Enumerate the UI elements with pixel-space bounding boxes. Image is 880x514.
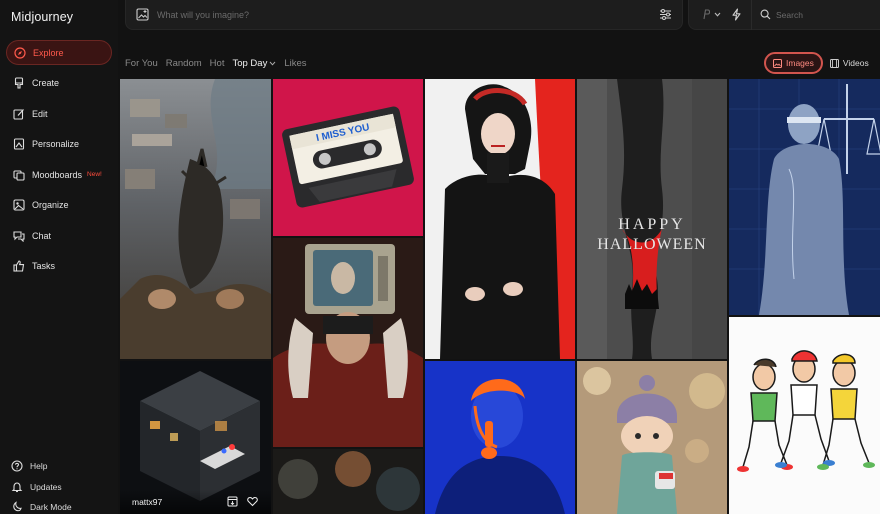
woman-black-art: [425, 79, 575, 359]
sidebar-item-label: Personalize: [32, 139, 80, 149]
gallery-image-happy-halloween[interactable]: HAPPY HALLOWEEN: [577, 79, 727, 359]
organize-icon: [13, 199, 25, 211]
gallery-image-cassette[interactable]: I MISS YOU: [273, 79, 423, 236]
prompt-input[interactable]: [157, 6, 637, 24]
edit-icon: [13, 108, 25, 120]
tab-random[interactable]: Random: [166, 56, 202, 70]
sidebar-item-label: Edit: [32, 108, 48, 119]
halloween-line-2: HALLOWEEN: [597, 236, 706, 253]
sidebar-item-label: Chat: [32, 230, 52, 241]
sidebar-item-moodboards[interactable]: Moodboards New!: [6, 162, 112, 187]
sidebar-item-tasks[interactable]: Tasks: [6, 254, 112, 279]
gallery-image-cartoon-runners[interactable]: [729, 317, 880, 514]
brush-icon: [13, 77, 25, 89]
blue-man-art: [425, 361, 575, 514]
videos-toggle-label: Videos: [842, 58, 869, 68]
app-logo[interactable]: Midjourney: [11, 10, 73, 24]
divider: [751, 0, 752, 30]
bell-icon: [11, 481, 23, 493]
image-icon: [773, 58, 782, 68]
gallery-image-knit-doll[interactable]: [577, 361, 727, 514]
media-type-toggle: Images Videos: [764, 52, 876, 74]
images-toggle-button[interactable]: Images: [764, 52, 823, 74]
sidebar-item-organize[interactable]: Organize: [6, 193, 112, 218]
tab-top-day-label: Top Day: [232, 57, 268, 69]
gallery-image-tv-head[interactable]: [273, 238, 423, 447]
lady-justice-art: [729, 79, 880, 315]
help-label: Help: [30, 461, 48, 472]
images-toggle-label: Images: [786, 58, 814, 68]
video-icon: [829, 58, 839, 68]
help-icon: [11, 460, 23, 472]
sidebar-item-label: Moodboards: [32, 169, 83, 180]
gallery-image-woman-black[interactable]: [425, 79, 575, 359]
tab-likes[interactable]: Likes: [284, 56, 306, 70]
gallery-image-blurred-lights[interactable]: [273, 449, 423, 514]
dragon-city-art: [120, 79, 271, 359]
sidebar-item-label: Explore: [33, 47, 64, 58]
knit-doll-art: [577, 361, 727, 514]
sidebar-item-explore[interactable]: Explore: [6, 40, 112, 65]
sidebar-item-label: Tasks: [32, 261, 56, 271]
dark-mode-toggle[interactable]: Dark Mode: [11, 497, 72, 514]
like-heart-icon[interactable]: [247, 496, 259, 508]
chevron-down-icon: [269, 61, 276, 66]
moon-icon: [11, 501, 23, 513]
image-gallery: mattx97 I MISS YOU HAPPY HALLOWEEN: [120, 79, 880, 514]
sidebar-bottom: Help Updates Dark Mode: [11, 456, 72, 514]
updates-link[interactable]: Updates: [11, 477, 72, 498]
halloween-line-1: HAPPY: [618, 216, 685, 233]
chat-icon: [13, 230, 25, 242]
thumbs-up-icon: [13, 260, 25, 272]
speed-bolt-icon[interactable]: [731, 8, 742, 21]
add-image-icon[interactable]: [136, 8, 149, 21]
chevron-down-icon[interactable]: [714, 11, 721, 18]
compass-icon: [14, 46, 26, 59]
image-author[interactable]: mattx97: [132, 497, 219, 507]
sidebar-item-personalize[interactable]: Personalize: [6, 132, 112, 157]
dark-mode-label: Dark Mode: [30, 502, 72, 513]
new-badge: New!: [87, 171, 102, 178]
tab-for-you[interactable]: For You: [125, 56, 158, 70]
search-input[interactable]: [776, 6, 876, 24]
videos-toggle-button[interactable]: Videos: [823, 52, 876, 74]
search-icon: [760, 9, 771, 20]
tab-hot[interactable]: Hot: [210, 56, 225, 70]
sidebar-item-label: Organize: [32, 200, 69, 210]
blurred-lights-art: [273, 449, 423, 514]
gallery-image-lady-justice[interactable]: [729, 79, 880, 315]
cartoon-runners-art: [729, 317, 880, 514]
personalization-icon[interactable]: [701, 9, 711, 20]
sidebar-item-chat[interactable]: Chat: [6, 223, 112, 248]
personalize-icon: [13, 138, 25, 150]
sidebar-item-label: Create: [32, 78, 60, 88]
tv-head-art: [273, 238, 423, 447]
utility-bar: [688, 0, 880, 30]
tab-top-day[interactable]: Top Day: [232, 56, 276, 70]
hide-image-icon[interactable]: [227, 496, 239, 508]
gallery-image-dragon-city[interactable]: [120, 79, 271, 359]
happy-halloween-art: HAPPY HALLOWEEN: [577, 79, 727, 359]
sidebar-item-create[interactable]: Create: [6, 71, 112, 96]
image-hover-footer: mattx97: [120, 490, 271, 514]
help-link[interactable]: Help: [11, 456, 72, 477]
sidebar-item-edit[interactable]: Edit: [6, 101, 112, 126]
gallery-image-isometric-street[interactable]: mattx97: [120, 361, 271, 514]
moodboard-icon: [13, 169, 25, 181]
updates-label: Updates: [30, 481, 62, 492]
cassette-art: I MISS YOU: [273, 79, 423, 236]
prompt-bar: [125, 0, 683, 30]
sidebar: Midjourney Explore Create Edit Personali…: [0, 0, 118, 514]
settings-sliders-icon[interactable]: [659, 8, 672, 21]
sidebar-nav: Explore Create Edit Personalize Moodboar…: [6, 40, 112, 284]
feed-tabs: For You Random Hot Top Day Likes: [125, 56, 315, 70]
gallery-image-blue-man[interactable]: [425, 361, 575, 514]
